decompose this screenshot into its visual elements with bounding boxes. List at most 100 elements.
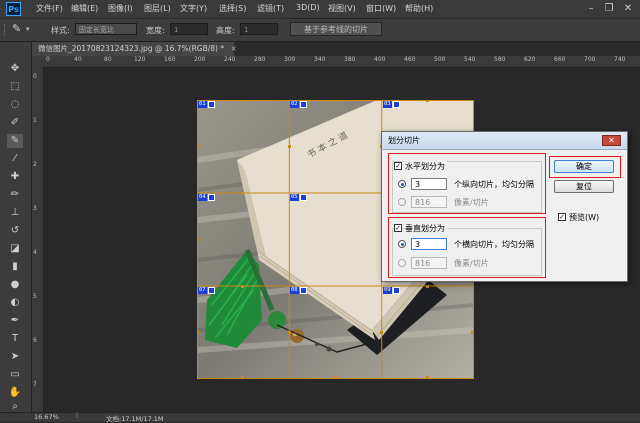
chevron-down-icon[interactable]: ▾: [26, 25, 30, 33]
menu-bar: Ps 文件(F) 编辑(E) 图像(I) 图层(L) 文字(Y) 选择(S) 滤…: [0, 0, 640, 19]
vertical-pixel-input[interactable]: 816: [411, 257, 447, 269]
slice-label[interactable]: 03: [383, 101, 392, 108]
document-tab-bar: 微信图片_20170823124323.jpg @ 16.7%(RGB/8) *…: [32, 42, 640, 56]
brush-tool-icon[interactable]: ✏: [7, 188, 23, 202]
menu-layer[interactable]: 图层(L): [144, 3, 171, 14]
ruler-tick-label: 300: [284, 56, 296, 63]
minimize-button[interactable]: –: [583, 2, 599, 15]
ruler-tick-label: 120: [134, 56, 146, 63]
document-tab[interactable]: 微信图片_20170823124323.jpg @ 16.7%(RGB/8) *…: [32, 42, 237, 56]
move-tool-icon[interactable]: ✥: [7, 62, 23, 76]
menu-3d[interactable]: 3D(D): [296, 3, 320, 12]
hand-tool-icon[interactable]: ✋: [7, 386, 23, 400]
menu-type[interactable]: 文字(Y): [180, 3, 207, 14]
menu-filter[interactable]: 滤镜(T): [257, 3, 284, 14]
dialog-titlebar[interactable]: 划分切片 ✕: [382, 132, 627, 150]
vertical-count-label: 个横向切片，均匀分隔: [454, 240, 534, 249]
ruler-tick-label: 620: [524, 56, 536, 63]
menu-select[interactable]: 选择(S): [219, 3, 246, 14]
dodge-tool-icon[interactable]: ◐: [7, 296, 23, 310]
ruler-tick-label: 40: [74, 56, 82, 63]
ruler-tick-label: 380: [344, 56, 356, 63]
slice-label[interactable]: 07: [198, 287, 207, 294]
type-tool-icon[interactable]: T: [7, 332, 23, 346]
horizontal-pixel-input[interactable]: 816: [411, 196, 447, 208]
slices-from-guides-button[interactable]: 基于参考线的切片: [290, 22, 382, 36]
slice-label[interactable]: 01: [198, 101, 207, 108]
dialog-close-button[interactable]: ✕: [602, 135, 621, 146]
height-input[interactable]: 1: [240, 23, 278, 35]
marquee-tool-icon[interactable]: ⬚: [7, 80, 23, 94]
ruler-tick-label: 460: [404, 56, 416, 63]
horizontal-divide-label: 水平划分为: [405, 161, 447, 172]
reset-button[interactable]: 复位: [554, 180, 614, 193]
menu-view[interactable]: 视图(V): [328, 3, 356, 14]
menu-edit[interactable]: 编辑(E): [71, 3, 98, 14]
lasso-tool-icon[interactable]: ◌: [7, 98, 23, 112]
ruler-tick-label: 5: [33, 293, 37, 300]
ruler-tick-label: 6: [33, 337, 37, 344]
divide-slice-dialog: 划分切片 ✕ ✓ 水平划分为 3 个纵向切片，均匀分隔 816 像素/切片 ✓ …: [381, 131, 628, 282]
height-label: 高度:: [216, 26, 235, 35]
slice-image-icon: [393, 101, 400, 108]
ruler-tick-label: 80: [104, 56, 112, 63]
slice-label[interactable]: 08: [290, 287, 299, 294]
ruler-tick-label: 4: [33, 249, 37, 256]
tab-close-icon[interactable]: ×: [230, 44, 236, 53]
blur-tool-icon[interactable]: ●: [7, 278, 23, 292]
healing-brush-tool-icon[interactable]: ✚: [7, 170, 23, 184]
slice-tool-icon[interactable]: ✎: [7, 134, 23, 148]
horizontal-divide-checkbox[interactable]: ✓: [394, 162, 402, 170]
horizontal-count-radio[interactable]: [398, 180, 406, 188]
vertical-count-radio[interactable]: [398, 240, 406, 248]
history-brush-tool-icon[interactable]: ↺: [7, 224, 23, 238]
style-select[interactable]: 固定长宽比: [75, 23, 137, 35]
zoom-level[interactable]: 16.67%: [34, 413, 59, 421]
vertical-count-input[interactable]: 3: [411, 238, 447, 250]
preview-label: 预览(W): [569, 213, 600, 222]
slice-label[interactable]: 09: [383, 287, 392, 294]
slice-label[interactable]: 02: [290, 101, 299, 108]
document-tab-title: 微信图片_20170823124323.jpg @ 16.7%(RGB/8) *: [38, 44, 225, 53]
vertical-divide-checkbox[interactable]: ✓: [394, 224, 402, 232]
preview-checkbox[interactable]: ✓: [558, 213, 566, 221]
slice-select-tool-icon[interactable]: ✎: [12, 22, 21, 35]
ruler-tick-label: 580: [494, 56, 506, 63]
slice-image-icon: [208, 101, 215, 108]
horizontal-pixel-label: 像素/切片: [454, 198, 489, 207]
path-select-tool-icon[interactable]: ➤: [7, 350, 23, 364]
style-label: 样式:: [51, 26, 70, 35]
options-bar: ✎ ▾ 样式: 固定长宽比 宽度: 1 高度: 1 基于参考线的切片: [0, 19, 640, 42]
menu-window[interactable]: 窗口(W): [366, 3, 396, 14]
shape-tool-icon[interactable]: ▭: [7, 368, 23, 382]
gradient-tool-icon[interactable]: ▮: [7, 260, 23, 274]
menu-image[interactable]: 图像(I): [108, 3, 133, 14]
document-size: 文档:17.1M/17.1M: [106, 415, 164, 423]
quick-select-tool-icon[interactable]: ✐: [7, 116, 23, 130]
horizontal-pixel-radio[interactable]: [398, 198, 406, 206]
eraser-tool-icon[interactable]: ◪: [7, 242, 23, 256]
slice-image-icon: [208, 287, 215, 294]
slice-image-icon: [300, 101, 307, 108]
restore-button[interactable]: ❐: [601, 2, 617, 15]
ruler-tick-label: 200: [194, 56, 206, 63]
horizontal-count-label: 个纵向切片，均匀分隔: [454, 180, 534, 189]
clone-stamp-tool-icon[interactable]: ⊥: [7, 206, 23, 220]
vertical-pixel-radio[interactable]: [398, 259, 406, 267]
menu-file[interactable]: 文件(F): [36, 3, 63, 14]
ok-button[interactable]: 确定: [554, 160, 614, 173]
ruler-tick-label: 0: [33, 73, 37, 80]
slice-image-icon: [300, 194, 307, 201]
menu-help[interactable]: 帮助(H): [405, 3, 433, 14]
eyedropper-tool-icon[interactable]: ⁄: [7, 152, 23, 166]
width-input[interactable]: 1: [170, 23, 208, 35]
slice-label[interactable]: 05: [290, 194, 299, 201]
slice-label[interactable]: 04: [198, 194, 207, 201]
pen-tool-icon[interactable]: ✒: [7, 314, 23, 328]
ruler-tick-label: 400: [374, 56, 386, 63]
horizontal-count-input[interactable]: 3: [411, 178, 447, 190]
window-close-button[interactable]: ✕: [620, 2, 636, 15]
width-label: 宽度:: [146, 26, 165, 35]
options-grip: [4, 24, 7, 36]
vertical-pixel-label: 像素/切片: [454, 259, 489, 268]
